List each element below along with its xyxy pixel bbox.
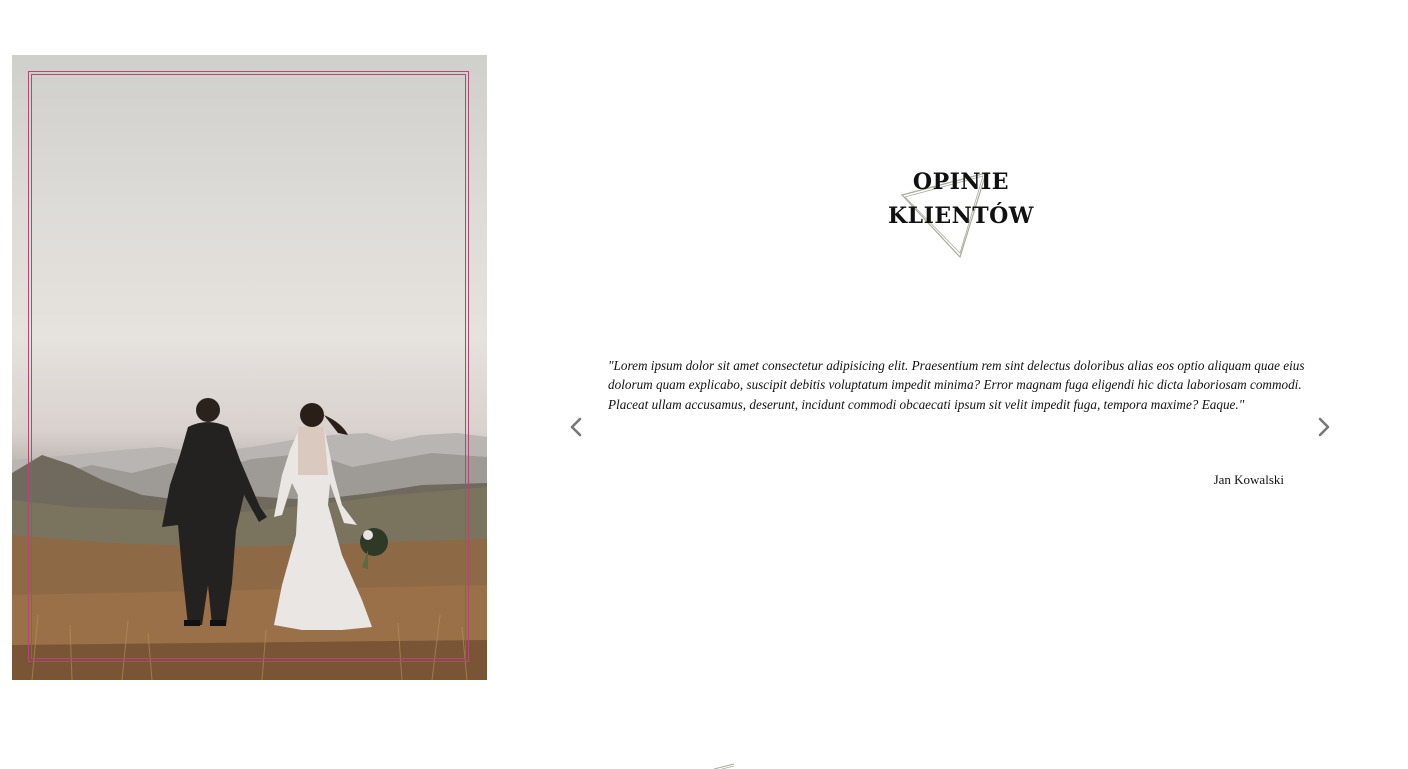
- chevron-left-icon: [570, 417, 582, 437]
- heading-line-1: OPINIE: [912, 169, 1010, 195]
- carousel-next-button[interactable]: [1312, 413, 1336, 441]
- testimonial-author: Jan Kowalski: [1213, 472, 1284, 487]
- photo-frame-inner: [31, 74, 466, 659]
- heading-line-2: KLIENTÓW: [887, 203, 1034, 229]
- wedding-couple-photo: [12, 55, 487, 680]
- page: OPINIE KLIENTÓW "Lorem ipsum dolor sit a…: [0, 0, 1408, 769]
- testimonial-quote: "Lorem ipsum dolor sit amet consectetur …: [608, 358, 1305, 412]
- chevron-right-icon: [1318, 417, 1330, 437]
- triangle-ornament-fragment-icon: [713, 763, 735, 769]
- testimonials-heading-block: OPINIE KLIENTÓW: [880, 165, 1042, 265]
- carousel-prev-button[interactable]: [564, 413, 588, 441]
- testimonials-heading: OPINIE KLIENTÓW: [880, 165, 1042, 233]
